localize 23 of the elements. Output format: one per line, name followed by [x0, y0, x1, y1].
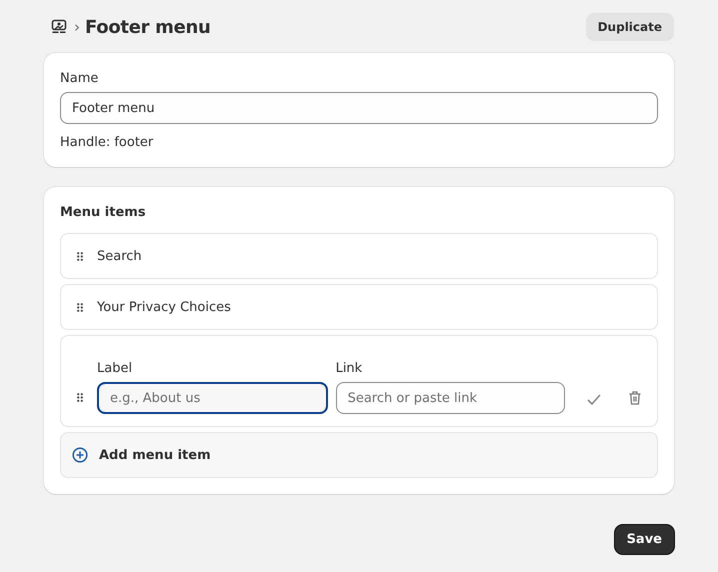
plus-circle-icon	[72, 447, 88, 463]
breadcrumb-separator: ›	[74, 18, 80, 36]
label-field[interactable]: e.g., About us	[97, 382, 328, 414]
field-label: Name	[60, 71, 100, 86]
name-field[interactable]: Footer menu	[60, 92, 658, 124]
menu-item[interactable]: Search	[60, 233, 658, 279]
menu-item-title: Your Privacy Choices	[97, 300, 231, 314]
page-title: Footer menu	[85, 16, 212, 38]
duplicate-button[interactable]: Duplicate	[586, 13, 674, 41]
link-field[interactable]: Search or paste link	[336, 382, 566, 414]
drag-handle-icon[interactable]	[77, 252, 83, 260]
add-menu-item-button[interactable]: Add menu item	[60, 432, 658, 478]
checkmark-icon[interactable]	[587, 394, 602, 405]
menu-item-title: Search	[97, 248, 142, 264]
save-button[interactable]: Save	[614, 525, 674, 554]
field-label: Label	[97, 361, 134, 376]
field-label: Link	[336, 361, 364, 376]
drag-handle-icon[interactable]	[77, 302, 83, 312]
section-title: Menu items	[60, 205, 147, 220]
trash-icon[interactable]	[629, 391, 641, 405]
handle-text: Handle: footer	[60, 135, 154, 150]
drag-handle-icon[interactable]	[77, 393, 83, 402]
menu-item[interactable]: Your Privacy Choices	[60, 284, 658, 330]
